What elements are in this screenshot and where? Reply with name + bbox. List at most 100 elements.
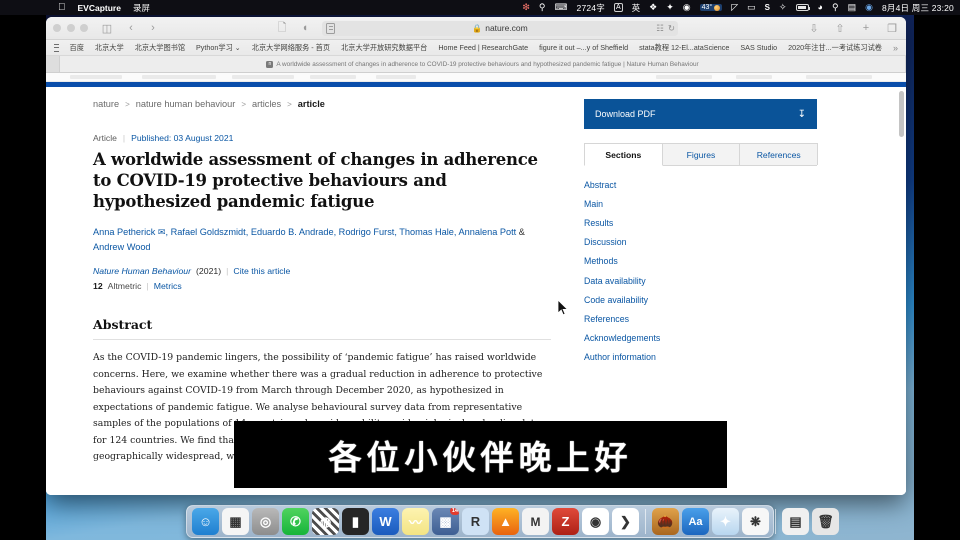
sidebar-item-author-information[interactable]: Author information	[584, 348, 866, 367]
siri-icon[interactable]: ◉	[865, 3, 873, 12]
bookmark-baidu[interactable]: 百度	[70, 43, 84, 53]
dock-item-dictionary[interactable]: Aa	[682, 508, 709, 535]
sidebar-item-main[interactable]: Main	[584, 194, 866, 213]
dock-item-acorn-or-mail[interactable]: 🌰	[652, 508, 679, 535]
weather-indicator[interactable]: 43°	[699, 4, 723, 11]
sidebar-item-methods[interactable]: Methods	[584, 252, 866, 271]
input-method-chinese-label[interactable]: 英	[632, 2, 641, 14]
wifi-icon[interactable]: ◕	[818, 3, 823, 12]
downloads-icon[interactable]: ⇩	[807, 22, 821, 35]
dock-item-launchpad[interactable]: ▦	[222, 508, 249, 535]
bookmarks-bar: 百度 北京大学 北京大学图书馆 Python学习 ⌄ 北京大学网络服务 - 首页…	[46, 40, 906, 56]
dock-item-photos-or-flower[interactable]: ❋	[742, 508, 769, 535]
sidebar-toggle-icon[interactable]: ◫	[100, 22, 114, 35]
sidebar-item-abstract[interactable]: Abstract	[584, 175, 866, 194]
reload-icon[interactable]: ↻	[668, 23, 675, 34]
address-bar[interactable]: 🔒 nature.com ☷ ↻	[322, 20, 678, 36]
close-window-button[interactable]	[53, 24, 61, 32]
dock-item-rstudio[interactable]: R	[462, 508, 489, 535]
dock-item-safari[interactable]: ✦	[712, 508, 739, 535]
spotlight-search-icon[interactable]: ⚲	[832, 3, 839, 12]
bookmark-python-study[interactable]: Python学习 ⌄	[196, 43, 241, 53]
bookmark-pku-library[interactable]: 北京大学图书馆	[135, 43, 185, 53]
forward-button-icon[interactable]: ›	[146, 22, 160, 35]
browser-tab-active[interactable]: n A worldwide assessment of changes in a…	[60, 56, 906, 72]
dock-item-vlc-or-stripes[interactable]: ◍	[312, 508, 339, 535]
apple-logo-icon[interactable]: 	[58, 2, 66, 13]
back-button-icon[interactable]: ‹	[124, 22, 138, 35]
sidebar-item-discussion[interactable]: Discussion	[584, 233, 866, 252]
tab-references[interactable]: References	[739, 143, 819, 165]
dock-item-finder[interactable]: ☺	[192, 508, 219, 535]
bookmark-pku-open-research-data[interactable]: 北京大学开放研究数据平台	[341, 43, 427, 53]
sidebar-item-data-availability[interactable]: Data availability	[584, 271, 866, 290]
bookmark-stata-tutorial[interactable]: stata教程 12-El...ataScience	[639, 43, 729, 53]
breadcrumb-item-articles[interactable]: articles	[252, 99, 281, 109]
tab-sections[interactable]: Sections	[584, 143, 663, 166]
window-traffic-lights[interactable]	[53, 24, 88, 32]
battery-icon[interactable]	[795, 4, 811, 11]
menu-bar-clock[interactable]: 8月4日 周三 23:20	[882, 2, 954, 14]
download-pdf-button[interactable]: Download PDF ↧	[584, 99, 817, 129]
breadcrumb-item-journal[interactable]: nature human behaviour	[136, 99, 236, 109]
dock-item-calendar-grid[interactable]: ▩ 14	[432, 508, 459, 535]
bookmarks-overflow-chevron-icon[interactable]: »	[893, 43, 898, 53]
author-list-line1[interactable]: Anna Petherick ✉, Rafael Goldszmidt, Edu…	[93, 227, 516, 237]
reader-view-icon[interactable]: 🗋	[275, 22, 289, 35]
bluetooth-icon[interactable]: ✧	[779, 3, 787, 12]
dock-item-sublime-or-blue-app[interactable]: ❯	[612, 508, 639, 535]
sogou-input-icon[interactable]: S	[765, 3, 770, 12]
dock-item-terminal[interactable]: ▮	[342, 508, 369, 535]
metrics-link[interactable]: Metrics	[154, 281, 182, 291]
dock-item-google-chrome[interactable]: ◉	[582, 508, 609, 535]
input-method-abc-icon[interactable]: A	[613, 3, 623, 12]
dock-item-downloads-stack[interactable]: ▤	[782, 508, 809, 535]
dock-item-acrobat[interactable]: ▲	[492, 508, 519, 535]
address-bar-right-icons[interactable]: ☷ ↻	[656, 23, 675, 34]
wechat-menu-icon[interactable]: ✦	[666, 3, 674, 12]
menu-item-record[interactable]: 录屏	[133, 2, 150, 14]
sidebar-item-results[interactable]: Results	[584, 213, 866, 232]
bookmark-sas-studio[interactable]: SAS Studio	[740, 43, 777, 52]
bookmark-pku-network-services[interactable]: 北京大学网络服务 - 首页	[252, 43, 330, 53]
bookmarks-list-icon[interactable]	[54, 43, 59, 52]
nav-arrows[interactable]: ‹ ›	[124, 22, 160, 35]
tab-overview-icon[interactable]: ❐	[885, 22, 899, 35]
tab-figures[interactable]: Figures	[661, 143, 741, 165]
clock-app-icon[interactable]: ◉	[683, 3, 691, 12]
cite-this-article-link[interactable]: Cite this article	[233, 266, 290, 276]
menu-app-name[interactable]: EVCapture	[78, 3, 121, 13]
journal-name-label[interactable]: Nature Human Behaviour	[93, 266, 191, 276]
page-scrollbar[interactable]	[899, 91, 904, 137]
dock-item-stickies[interactable]: 〰	[402, 508, 429, 535]
reader-mode-icon[interactable]	[326, 22, 335, 34]
dock-item-wechat[interactable]: ✆	[282, 508, 309, 535]
privacy-report-icon[interactable]: ◖	[298, 22, 312, 35]
minimize-window-button[interactable]	[66, 24, 75, 32]
control-center-icon[interactable]: ▤	[848, 3, 857, 12]
time-machine-icon[interactable]: ◸	[731, 3, 738, 12]
dock-item-trash[interactable]: 🗑	[812, 508, 839, 535]
bookmark-figure-it-out-sheffield[interactable]: figure it out –...y of Sheffield	[539, 43, 628, 52]
dock-item-mathtype-mplus8[interactable]: M	[522, 508, 549, 535]
maximize-window-button[interactable]	[80, 24, 88, 32]
bookmark-peking-university[interactable]: 北京大学	[95, 43, 124, 53]
dropbox-icon[interactable]: ❖	[649, 3, 657, 12]
sidebar-item-references[interactable]: References	[584, 309, 866, 328]
breadcrumb-item-nature[interactable]: nature	[93, 99, 119, 109]
dock-item-microsoft-word[interactable]: W	[372, 508, 399, 535]
bookmark-2020-exam-practice[interactable]: 2020年注甘...一考试练习试卷	[788, 43, 882, 53]
bookmark-researchgate[interactable]: Home Feed | ResearchGate	[438, 43, 528, 52]
flower-icon[interactable]: ❇	[522, 3, 530, 12]
new-tab-button[interactable]: +	[859, 22, 873, 35]
dock-item-safari-tech-preview[interactable]: ◎	[252, 508, 279, 535]
dock-item-zotero[interactable]: Z	[552, 508, 579, 535]
input-keyboard-icon[interactable]: ⌨	[555, 3, 568, 12]
share-icon[interactable]: ⇧	[833, 22, 847, 35]
extensions-icon[interactable]: ☷	[656, 23, 664, 34]
display-mirror-icon[interactable]: ▭	[747, 3, 756, 12]
search-magnifier-icon[interactable]: ⚲	[539, 3, 546, 12]
author-list-line2[interactable]: Andrew Wood	[93, 242, 151, 252]
sidebar-item-acknowledgements[interactable]: Acknowledgements	[584, 329, 866, 348]
sidebar-item-code-availability[interactable]: Code availability	[584, 290, 866, 309]
